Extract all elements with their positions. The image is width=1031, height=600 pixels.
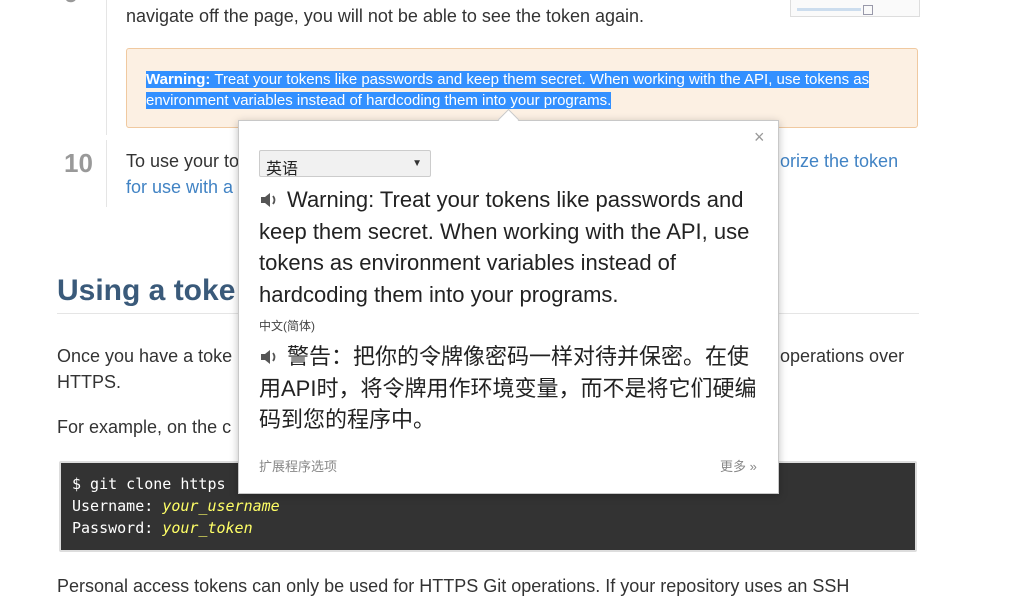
target-language-label: 中文(简体) — [259, 319, 315, 333]
more-link[interactable]: 更多 » — [720, 456, 757, 475]
step-number: 10 — [64, 148, 93, 178]
paragraph-text: Once you have a toke — [57, 346, 233, 366]
source-text: Warning: Treat your tokens like password… — [259, 187, 750, 307]
screenshot-thumbnail — [790, 0, 920, 17]
warning-label: Warning: — [146, 71, 211, 88]
code-line: Password: your_token — [72, 517, 253, 539]
step-text: navigate off the page, you will not be a… — [126, 6, 645, 26]
code-key: Password: — [72, 519, 163, 537]
section-heading: Using a toke — [57, 274, 236, 307]
warning-text: Warning: Treat your tokens like password… — [146, 69, 896, 111]
paragraph-text: HTTPS. — [57, 372, 122, 392]
code-variable: your_username — [162, 497, 280, 515]
paragraph-text: Personal access tokens can only be used … — [57, 576, 850, 596]
step-text-link[interactable]: for use with a — [126, 174, 233, 200]
source-text-block: Warning: Treat your tokens like password… — [259, 184, 764, 310]
target-text-block: 警告：把你的令牌像密码一样对待并保密。在使用API时，将令牌用作环境变量，而不是… — [259, 341, 764, 436]
step-divider — [106, 140, 107, 207]
paragraph-text: operations over — [780, 346, 905, 366]
authorize-link[interactable]: horize the token — [770, 148, 898, 174]
chevron-down-icon: ▼ — [412, 158, 422, 169]
translated-text: 警告：把你的令牌像密码一样对待并保密。在使用API时，将令牌用作环境变量，而不是… — [259, 344, 757, 432]
code-line: Username: your_username — [72, 495, 280, 517]
warning-body: Treat your tokens like passwords and kee… — [146, 71, 870, 109]
step-number: 9 — [64, 0, 78, 9]
code-key: Username: — [72, 497, 163, 515]
code-line: $ git clone https — [72, 475, 226, 493]
step-text: To use your to — [126, 151, 240, 171]
speaker-icon[interactable] — [259, 348, 279, 366]
speaker-icon[interactable] — [259, 191, 279, 209]
source-language-value: 英语 — [266, 161, 299, 178]
code-variable: your_token — [162, 519, 253, 537]
paragraph-text: For example, on the c — [57, 417, 232, 437]
close-button[interactable]: × — [754, 127, 765, 147]
step-divider — [106, 0, 107, 135]
source-language-select[interactable]: 英语 ▼ — [259, 150, 431, 178]
extension-options-link[interactable]: 扩展程序选项 — [259, 456, 337, 475]
